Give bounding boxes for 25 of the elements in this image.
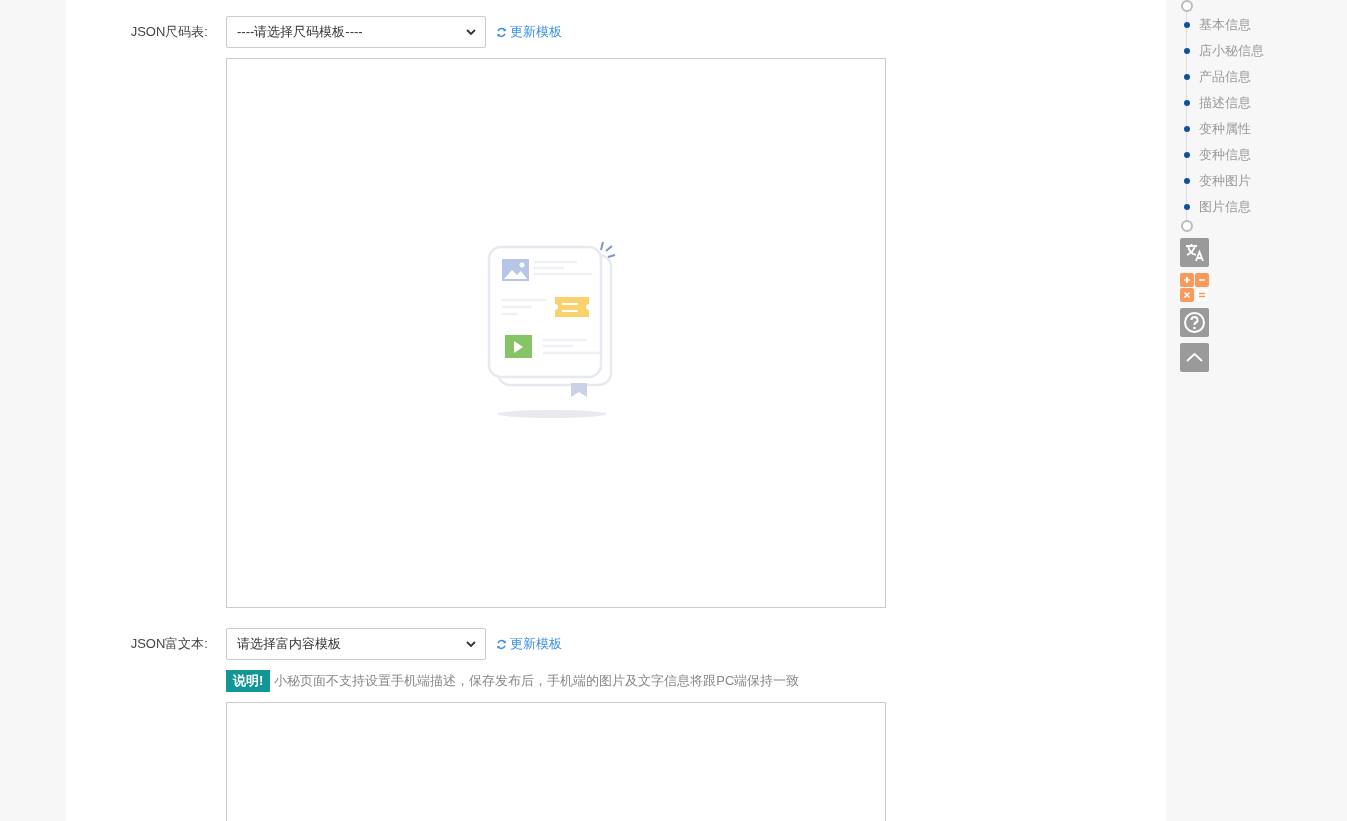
notice-badge: 说明! [226, 670, 271, 692]
caret-icon [466, 641, 476, 647]
refresh-icon [496, 26, 507, 38]
refresh-icon [496, 638, 507, 650]
template-select[interactable]: ----请选择尺码模板---- [226, 16, 486, 48]
section-nav-link[interactable]: 变种信息 [1187, 142, 1264, 168]
section-nav-link[interactable]: 产品信息 [1187, 64, 1264, 90]
section-nav-link[interactable]: 变种图片 [1187, 168, 1264, 194]
caret-icon [466, 29, 476, 35]
section-nav-link[interactable]: 描述信息 [1187, 90, 1264, 116]
translate-icon[interactable] [1180, 238, 1209, 267]
notice-text: 小秘页面不支持设置手机端描述，保存发布后，手机端的图片及文字信息将跟PC端保持一致 [274, 672, 800, 690]
section-nav-link[interactable]: 基本信息 [1187, 12, 1264, 38]
calculator-icon[interactable] [1180, 273, 1209, 302]
section-nav-link[interactable]: 图片信息 [1187, 194, 1264, 220]
section-nav-link[interactable]: 变种属性 [1187, 116, 1264, 142]
refresh-template-link[interactable]: 更新模板 [496, 635, 562, 653]
refresh-template-link[interactable]: 更新模板 [496, 23, 562, 41]
field-label: JSON尺码表: [129, 23, 209, 41]
back-to-top-icon[interactable] [1180, 343, 1209, 372]
template-select[interactable]: 请选择富内容模板 [226, 628, 486, 660]
timeline-end-icon [1181, 220, 1193, 232]
field-label: JSON富文本: [129, 635, 209, 653]
section-nav-link[interactable]: 店小秘信息 [1187, 38, 1264, 64]
help-icon[interactable] [1180, 308, 1209, 337]
